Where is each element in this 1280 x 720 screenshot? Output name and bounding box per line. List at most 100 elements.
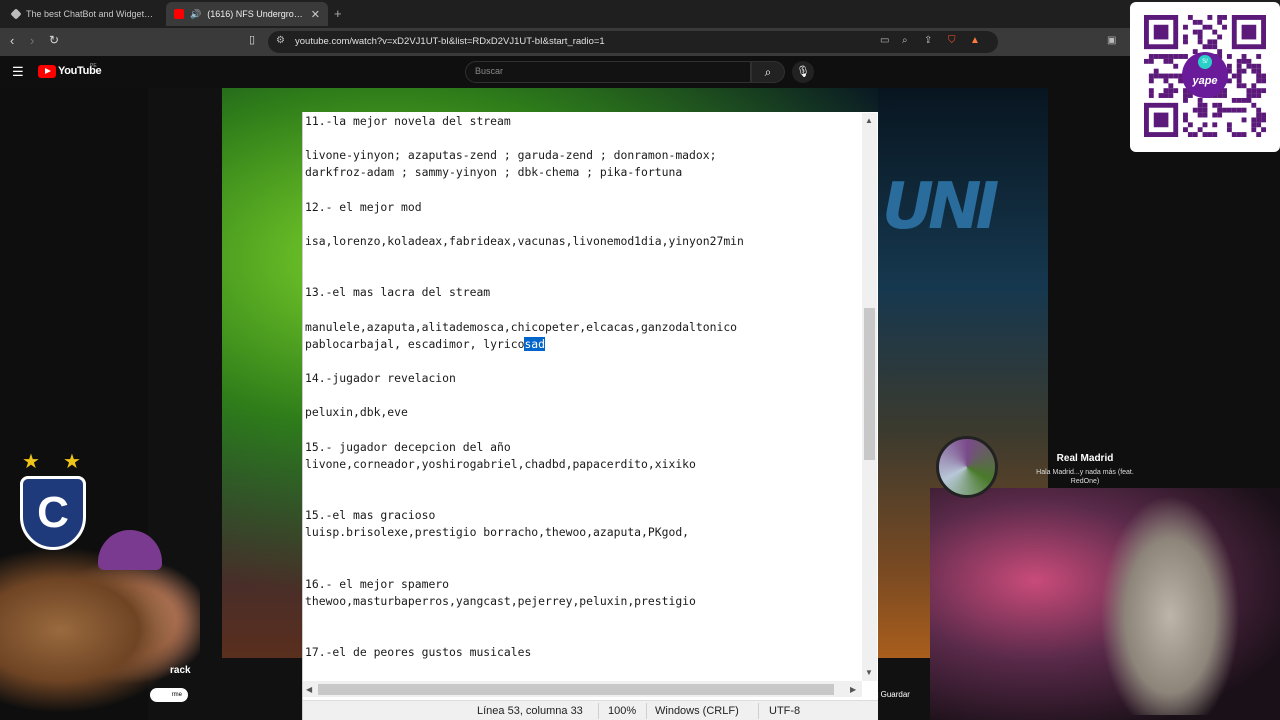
encoding: UTF-8 xyxy=(769,705,801,717)
qr-module xyxy=(1226,122,1232,128)
qr-module xyxy=(1256,63,1262,69)
editor-line[interactable]: pablocarbajal, escadimor, lyricosad xyxy=(305,336,861,353)
editor-line[interactable]: darkfroz-adam ; sammy-yinyon ; dbk-chema… xyxy=(305,164,861,181)
qr-module xyxy=(1256,54,1262,59)
qr-module xyxy=(1197,29,1203,35)
qr-module xyxy=(1226,127,1232,133)
editor-line[interactable] xyxy=(305,216,861,233)
qr-module xyxy=(1163,58,1169,64)
scroll-right-icon[interactable]: ▶ xyxy=(850,685,856,694)
editor-line[interactable] xyxy=(305,627,861,644)
brave-shield-icon[interactable]: ⛉ xyxy=(948,35,956,46)
reload-icon[interactable]: ↻ xyxy=(49,33,59,47)
editor-line-text: 11.-la mejor novela del stream xyxy=(305,114,511,128)
editor-line[interactable] xyxy=(305,473,861,490)
editor-line[interactable]: 12.- el mejor mod xyxy=(305,199,861,216)
editor-line[interactable] xyxy=(305,182,861,199)
close-tab-icon[interactable]: ✕ xyxy=(311,8,320,21)
browser-tab-youtube[interactable]: 🔊 (1616) NFS Underground 2 - ✕ xyxy=(166,2,328,26)
horizontal-scroll-thumb[interactable] xyxy=(318,684,834,695)
zoom-level: 100% xyxy=(608,705,637,717)
qr-module xyxy=(1183,117,1188,123)
editor-line-text: isa,lorenzo,koladeax,fabrideax,vacunas,l… xyxy=(305,233,744,248)
save-label: Guardar xyxy=(880,690,910,699)
editor-line[interactable]: 15.- jugador decepcion del año xyxy=(305,439,861,456)
scroll-up-icon[interactable]: ▲ xyxy=(865,116,873,125)
share-icon[interactable]: ⇪ xyxy=(924,35,932,46)
scroll-down-icon[interactable]: ▼ xyxy=(865,668,873,677)
editor-line[interactable]: luisp.brisolexe,prestigio borracho,thewo… xyxy=(305,524,861,541)
text-selection[interactable]: sad xyxy=(524,336,546,351)
qr-module xyxy=(1168,73,1174,79)
qr-module xyxy=(1256,112,1262,118)
qr-module xyxy=(1197,127,1203,133)
editor-line[interactable]: manulele,azaputa,alitademosca,chicopeter… xyxy=(305,319,861,336)
bookmark-icon[interactable]: ▯ xyxy=(249,33,255,46)
forward-icon[interactable]: › xyxy=(30,33,34,48)
url-text[interactable]: youtube.com/watch?v=xD2VJ1UT-bI&list=RDx… xyxy=(295,36,605,47)
star-icon: ★ xyxy=(22,451,40,473)
qr-module xyxy=(1256,93,1262,98)
qr-module xyxy=(1148,54,1154,59)
qr-module xyxy=(1148,73,1154,79)
editor-line[interactable]: peluxin,dbk,eve xyxy=(305,404,861,421)
editor-line-text: 15.- jugador decepcion del año xyxy=(305,439,511,454)
youtube-logo-icon[interactable] xyxy=(38,65,56,78)
qr-module xyxy=(1163,93,1169,98)
album-art-disc xyxy=(936,436,998,498)
editor-line[interactable]: 15.-el mas gracioso xyxy=(305,507,861,524)
editor-line[interactable] xyxy=(305,250,861,267)
qr-module xyxy=(1261,127,1266,133)
qr-module xyxy=(1236,73,1242,79)
editor-line[interactable] xyxy=(305,302,861,319)
editor-line[interactable] xyxy=(305,130,861,147)
notepad-editor[interactable]: 11.-la mejor novela del stream livone-yin… xyxy=(305,113,861,681)
editor-line[interactable] xyxy=(305,559,861,576)
qr-module xyxy=(1153,24,1169,40)
qr-module xyxy=(1222,24,1227,30)
editor-line[interactable] xyxy=(305,387,861,404)
editor-line-text: 15.-el mas gracioso xyxy=(305,508,436,523)
new-tab-icon[interactable]: + xyxy=(334,6,342,21)
brave-rewards-icon[interactable]: ▲ xyxy=(970,35,980,46)
editor-line[interactable]: 11.-la mejor novela del stream xyxy=(305,113,861,130)
qr-module xyxy=(1226,63,1232,69)
editor-line[interactable] xyxy=(305,422,861,439)
qr-module xyxy=(1256,88,1262,94)
save-button[interactable]: ⎘ Guardar xyxy=(872,690,910,700)
editor-line[interactable]: livone,corneador,yoshirogabriel,chadbd,p… xyxy=(305,456,861,473)
editor-line[interactable]: thewoo,masturbaperros,yangcast,pejerrey,… xyxy=(305,593,861,610)
editor-line[interactable] xyxy=(305,490,861,507)
voice-search-icon[interactable]: 🎙 xyxy=(792,61,814,83)
cast-icon[interactable]: ▭ xyxy=(880,35,889,46)
editor-line[interactable]: livone-yinyon; azaputas-zend ; garuda-ze… xyxy=(305,147,861,164)
menu-icon[interactable]: ☰ xyxy=(12,64,24,80)
site-info-icon[interactable]: ⚙ xyxy=(276,35,285,46)
editor-line[interactable] xyxy=(305,610,861,627)
qr-module xyxy=(1236,97,1242,103)
editor-line[interactable] xyxy=(305,267,861,284)
editor-line[interactable]: 17.-el de peores gustos musicales xyxy=(305,644,861,661)
vertical-scroll-thumb[interactable] xyxy=(864,308,875,460)
zoom-icon[interactable]: ⌕ xyxy=(902,35,908,46)
qr-module xyxy=(1261,73,1266,79)
qr-module xyxy=(1173,88,1179,94)
sidebar-toggle-icon[interactable]: ▣ xyxy=(1107,35,1116,46)
search-input[interactable] xyxy=(465,61,751,83)
search-button[interactable]: ⌕ xyxy=(751,61,785,83)
back-icon[interactable]: ‹ xyxy=(10,33,14,48)
editor-line[interactable]: 14.-jugador revelacion xyxy=(305,370,861,387)
editor-line[interactable]: 13.-el mas lacra del stream xyxy=(305,284,861,301)
tab-title: (1616) NFS Underground 2 - xyxy=(207,9,305,19)
qr-module xyxy=(1202,102,1208,108)
editor-line[interactable] xyxy=(305,542,861,559)
editor-line[interactable]: 16.- el mejor spamero xyxy=(305,576,861,593)
subscribe-button[interactable]: rme xyxy=(150,688,188,702)
browser-tab-chatbot[interactable]: The best ChatBot and Widgets for Ki xyxy=(4,2,164,26)
qr-module xyxy=(1168,83,1174,89)
qr-module xyxy=(1246,93,1252,98)
qr-module xyxy=(1183,127,1188,133)
editor-line[interactable] xyxy=(305,353,861,370)
scroll-left-icon[interactable]: ◀ xyxy=(306,685,312,694)
editor-line[interactable]: isa,lorenzo,koladeax,fabrideax,vacunas,l… xyxy=(305,233,861,250)
